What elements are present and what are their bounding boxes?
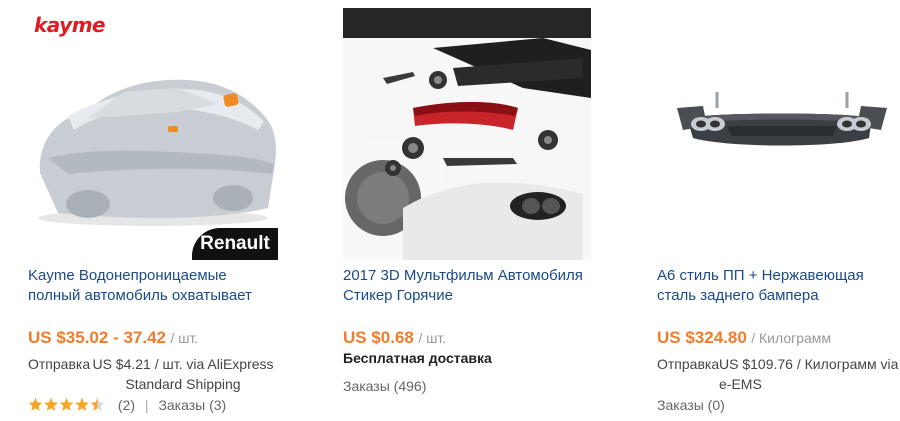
product-image[interactable] bbox=[657, 8, 900, 260]
brand-logo: kayme bbox=[34, 13, 106, 37]
shipping-label: Отправка bbox=[28, 356, 91, 372]
product-price: US $324.80 bbox=[657, 328, 747, 347]
car-cover-image bbox=[28, 8, 278, 260]
star-icon bbox=[44, 397, 58, 411]
product-title-link[interactable]: Kayme Водонепроницаемые полный автомобил… bbox=[28, 266, 278, 306]
rating-orders-row: (2) | Заказы (3) bbox=[28, 397, 226, 415]
product-image[interactable] bbox=[343, 8, 591, 260]
product-card[interactable]: 2017 3D Мультфильм Автомобиля Стикер Гор… bbox=[343, 0, 603, 421]
price-row: US $324.80 / Килограмм bbox=[657, 328, 831, 348]
rating-stars[interactable] bbox=[28, 397, 106, 415]
price-unit: / Килограмм bbox=[751, 330, 832, 346]
product-card[interactable]: A6 стиль ПП + Нержавеющая сталь заднего … bbox=[657, 0, 900, 421]
price-row: US $0.68 / шт. bbox=[343, 328, 446, 348]
separator: | bbox=[144, 397, 149, 413]
shipping-info: Отправка US $4.21 / шт. via AliExpress S… bbox=[28, 354, 278, 394]
image-badge: Renault bbox=[192, 228, 278, 260]
product-price: US $0.68 bbox=[343, 328, 414, 347]
order-count: Заказы (3) bbox=[158, 397, 227, 413]
rear-diffuser-image bbox=[657, 8, 900, 260]
product-title-link[interactable]: 2017 3D Мультфильм Автомобиля Стикер Гор… bbox=[343, 266, 593, 306]
shipping-label: Отправка bbox=[657, 356, 720, 372]
product-image[interactable]: kayme Renault bbox=[28, 8, 278, 260]
order-count: Заказы (0) bbox=[657, 397, 725, 413]
car-sticker-image bbox=[343, 8, 591, 260]
star-rating-icon bbox=[28, 397, 105, 411]
free-shipping-label: Бесплатная доставка bbox=[343, 350, 492, 366]
star-icon bbox=[90, 397, 105, 411]
star-icon bbox=[28, 397, 43, 411]
product-title-link[interactable]: A6 стиль ПП + Нержавеющая сталь заднего … bbox=[657, 266, 900, 306]
product-price: US $35.02 - 37.42 bbox=[28, 328, 166, 347]
price-unit: / шт. bbox=[170, 330, 199, 346]
price-unit: / шт. bbox=[418, 330, 447, 346]
review-count[interactable]: (2) bbox=[110, 397, 135, 413]
star-icon bbox=[59, 397, 74, 411]
shipping-info: Отправка US $109.76 / Килограмм via e-EM… bbox=[657, 354, 900, 394]
price-row: US $35.02 - 37.42 / шт. bbox=[28, 328, 198, 348]
star-icon bbox=[75, 397, 89, 411]
product-card[interactable]: kayme Renault Kayme Водонепроницаемые по… bbox=[28, 0, 288, 421]
order-count: Заказы (496) bbox=[343, 378, 427, 394]
